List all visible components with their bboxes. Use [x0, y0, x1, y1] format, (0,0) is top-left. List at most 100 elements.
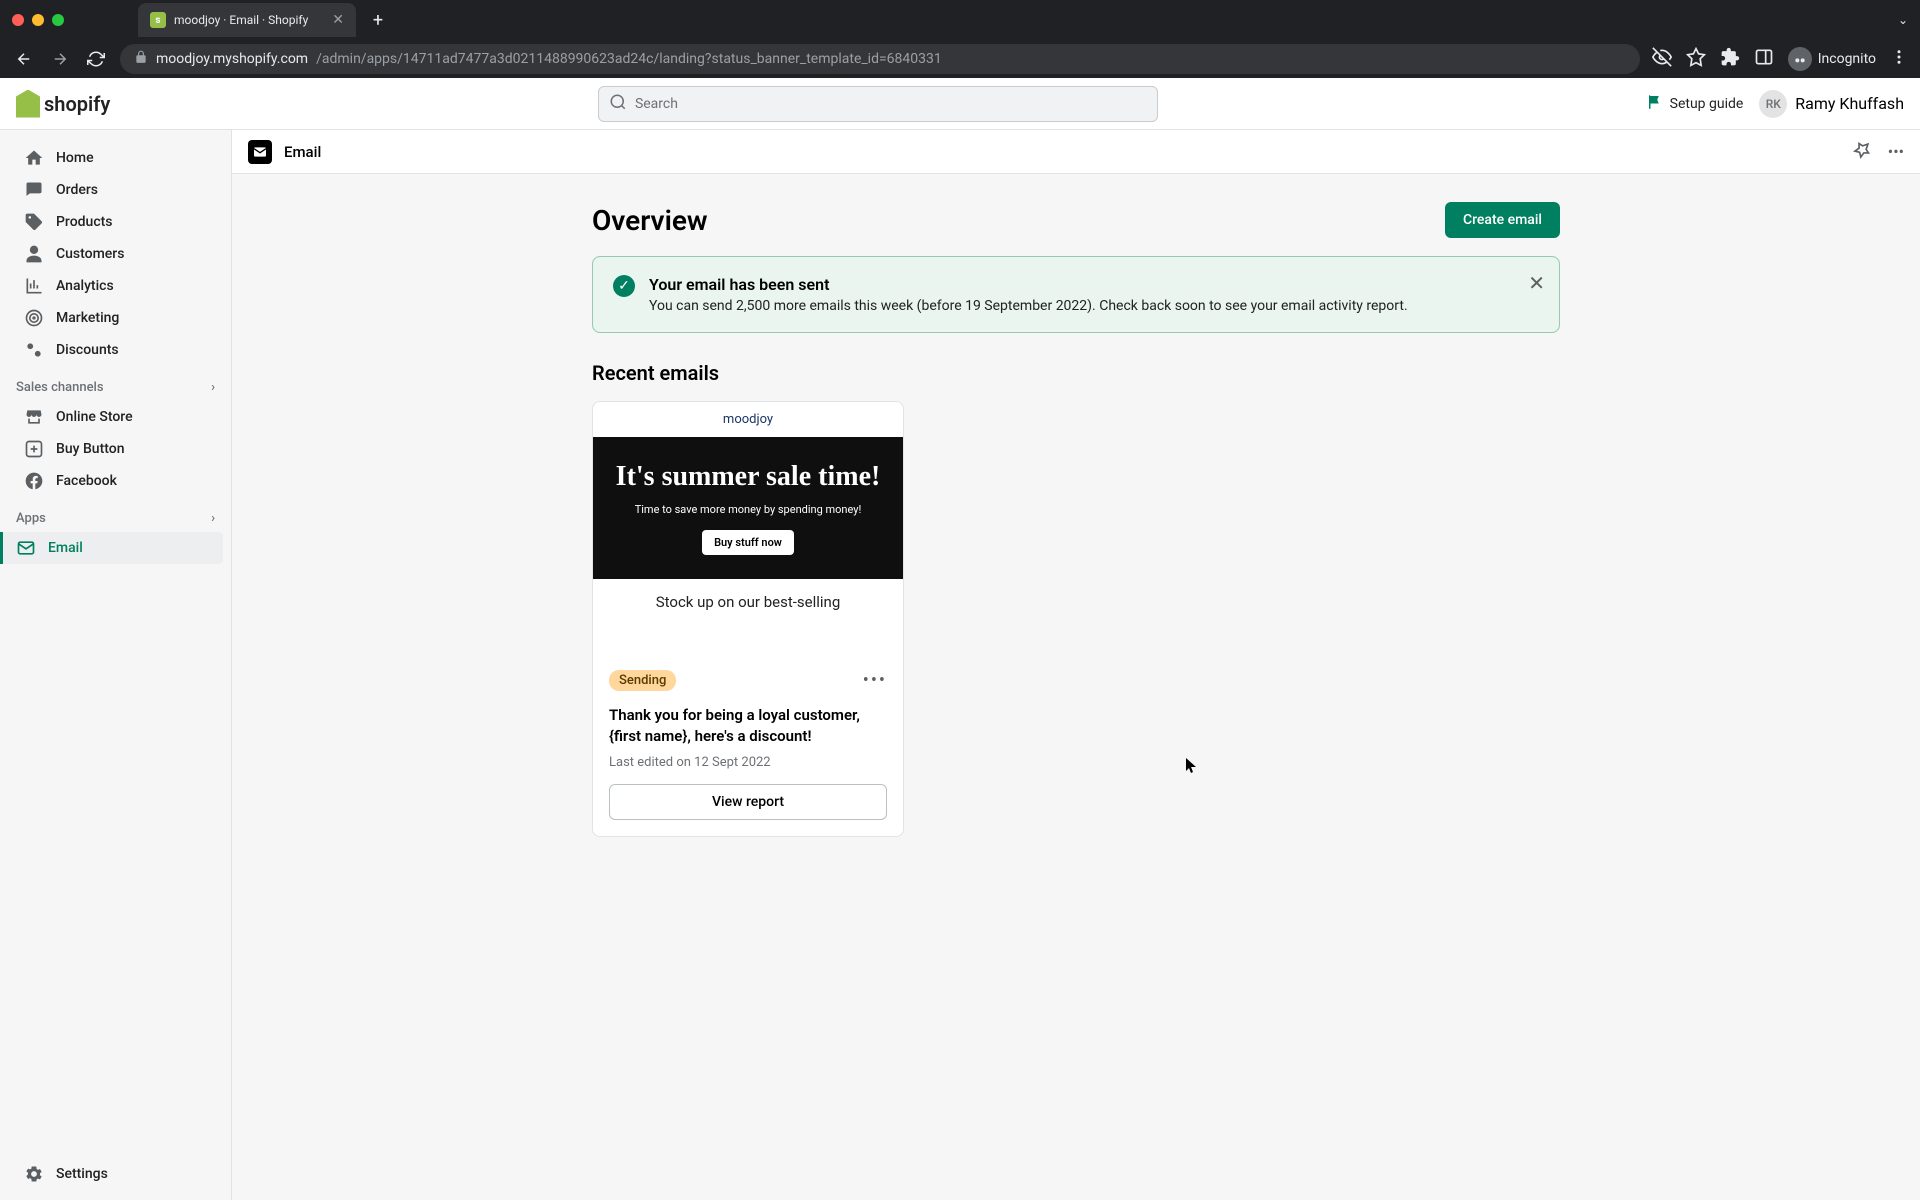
banner-title: Your email has been sent: [649, 275, 1408, 294]
sidebar-item-analytics[interactable]: Analytics: [8, 270, 223, 302]
maximize-window-button[interactable]: [52, 14, 64, 26]
tag-icon: [24, 212, 44, 232]
email-subject: Thank you for being a loyal customer, {f…: [609, 705, 887, 747]
shopify-logo-icon: [16, 90, 40, 118]
search-placeholder: Search: [635, 96, 678, 112]
sidebar-item-home[interactable]: Home: [8, 142, 223, 174]
analytics-icon: [24, 276, 44, 296]
reload-button[interactable]: [84, 47, 108, 71]
email-card[interactable]: moodjoy It's summer sale time! Time to s…: [592, 401, 904, 837]
sidebar-item-buy-button[interactable]: Buy Button: [8, 433, 223, 465]
window-controls: [12, 14, 64, 26]
sidebar-item-marketing[interactable]: Marketing: [8, 302, 223, 334]
eye-off-icon[interactable]: [1652, 47, 1672, 71]
url-host: moodjoy.myshopify.com: [156, 51, 308, 67]
preview-cta-button: Buy stuff now: [702, 530, 794, 555]
tab-bar: s moodjoy · Email · Shopify ✕ + ⌄: [0, 0, 1920, 40]
incognito-icon: [1788, 47, 1812, 71]
close-window-button[interactable]: [12, 14, 24, 26]
panel-icon[interactable]: [1754, 47, 1774, 71]
new-tab-button[interactable]: +: [364, 6, 392, 34]
percent-icon: [24, 340, 44, 360]
logo-text: shopify: [44, 92, 110, 116]
sales-channels-header[interactable]: Sales channels ›: [0, 366, 231, 401]
sidebar-item-email[interactable]: Email: [0, 532, 223, 564]
sidebar-item-online-store[interactable]: Online Store: [8, 401, 223, 433]
sidebar-item-label: Analytics: [56, 278, 114, 294]
lock-icon: [134, 50, 148, 68]
home-icon: [24, 148, 44, 168]
incognito-badge[interactable]: Incognito: [1788, 47, 1876, 71]
back-button[interactable]: [12, 47, 36, 71]
tab-list-dropdown-icon[interactable]: ⌄: [1898, 13, 1908, 27]
search-icon: [609, 93, 627, 115]
sidebar-item-label: Marketing: [56, 310, 119, 326]
setup-guide-label: Setup guide: [1670, 96, 1744, 112]
menu-icon[interactable]: [1890, 48, 1908, 70]
sidebar-item-facebook[interactable]: Facebook: [8, 465, 223, 497]
view-report-button[interactable]: View report: [609, 784, 887, 820]
search-input[interactable]: Search: [598, 86, 1158, 122]
topbar: shopify Search Setup guide RK Ramy Khuff…: [0, 78, 1920, 130]
url-path: /admin/apps/14711ad7477a3d0211488990623a…: [316, 51, 942, 67]
check-circle-icon: ✓: [613, 275, 635, 297]
sidebar-item-label: Settings: [56, 1166, 108, 1182]
sidebar-item-label: Email: [48, 540, 83, 556]
sidebar-item-discounts[interactable]: Discounts: [8, 334, 223, 366]
target-icon: [24, 308, 44, 328]
extensions-icon[interactable]: [1720, 47, 1740, 71]
incognito-label: Incognito: [1818, 51, 1876, 67]
email-preview: moodjoy It's summer sale time! Time to s…: [593, 402, 903, 654]
sidebar-item-customers[interactable]: Customers: [8, 238, 223, 270]
sidebar-item-label: Online Store: [56, 409, 133, 425]
sidebar-item-label: Home: [56, 150, 94, 166]
setup-guide-link[interactable]: Setup guide: [1646, 93, 1744, 115]
email-icon: [16, 538, 36, 558]
main: Email ••• Overview Create email ✓ Your e…: [232, 130, 1920, 1200]
browser-tab[interactable]: s moodjoy · Email · Shopify ✕: [138, 3, 356, 37]
status-badge: Sending: [609, 670, 676, 691]
sidebar-item-products[interactable]: Products: [8, 206, 223, 238]
apps-header[interactable]: Apps ›: [0, 497, 231, 532]
email-meta: Last edited on 12 Sept 2022: [609, 755, 887, 770]
minimize-window-button[interactable]: [32, 14, 44, 26]
star-icon[interactable]: [1686, 47, 1706, 71]
url-bar: moodjoy.myshopify.com/admin/apps/14711ad…: [0, 40, 1920, 78]
shopify-favicon-icon: s: [150, 12, 166, 28]
page-header: Email •••: [232, 130, 1920, 174]
facebook-icon: [24, 471, 44, 491]
sidebar-item-orders[interactable]: Orders: [8, 174, 223, 206]
sidebar-item-label: Products: [56, 214, 113, 230]
preview-tagline: Stock up on our best-selling: [593, 579, 903, 611]
gear-icon: [24, 1164, 44, 1184]
recent-emails-title: Recent emails: [592, 361, 1560, 385]
preview-brand: moodjoy: [593, 402, 903, 437]
plus-square-icon: [24, 439, 44, 459]
close-tab-icon[interactable]: ✕: [332, 12, 344, 28]
pin-icon[interactable]: [1852, 140, 1872, 164]
orders-icon: [24, 180, 44, 200]
sidebar: Home Orders Products Customers Analytics…: [0, 130, 232, 1200]
sidebar-item-settings[interactable]: Settings: [8, 1158, 223, 1190]
overview-title: Overview: [592, 204, 708, 237]
page-app-name: Email: [284, 143, 321, 161]
preview-headline: It's summer sale time!: [609, 461, 887, 493]
shopify-logo[interactable]: shopify: [16, 90, 110, 118]
tab-title: moodjoy · Email · Shopify: [174, 13, 308, 27]
chevron-right-icon: ›: [211, 380, 215, 395]
close-icon[interactable]: ✕: [1528, 271, 1545, 295]
user-name: Ramy Khuffash: [1795, 94, 1904, 113]
more-icon[interactable]: •••: [1888, 142, 1904, 161]
avatar: RK: [1759, 90, 1787, 118]
forward-button[interactable]: [48, 47, 72, 71]
user-menu[interactable]: RK Ramy Khuffash: [1759, 90, 1904, 118]
store-icon: [24, 407, 44, 427]
card-more-icon[interactable]: •••: [863, 670, 887, 691]
url-field[interactable]: moodjoy.myshopify.com/admin/apps/14711ad…: [120, 44, 1640, 74]
success-banner: ✓ Your email has been sent You can send …: [592, 256, 1560, 333]
email-app-icon: [248, 140, 272, 164]
flag-icon: [1646, 93, 1664, 115]
sidebar-item-label: Customers: [56, 246, 124, 262]
create-email-button[interactable]: Create email: [1445, 202, 1560, 238]
user-icon: [24, 244, 44, 264]
